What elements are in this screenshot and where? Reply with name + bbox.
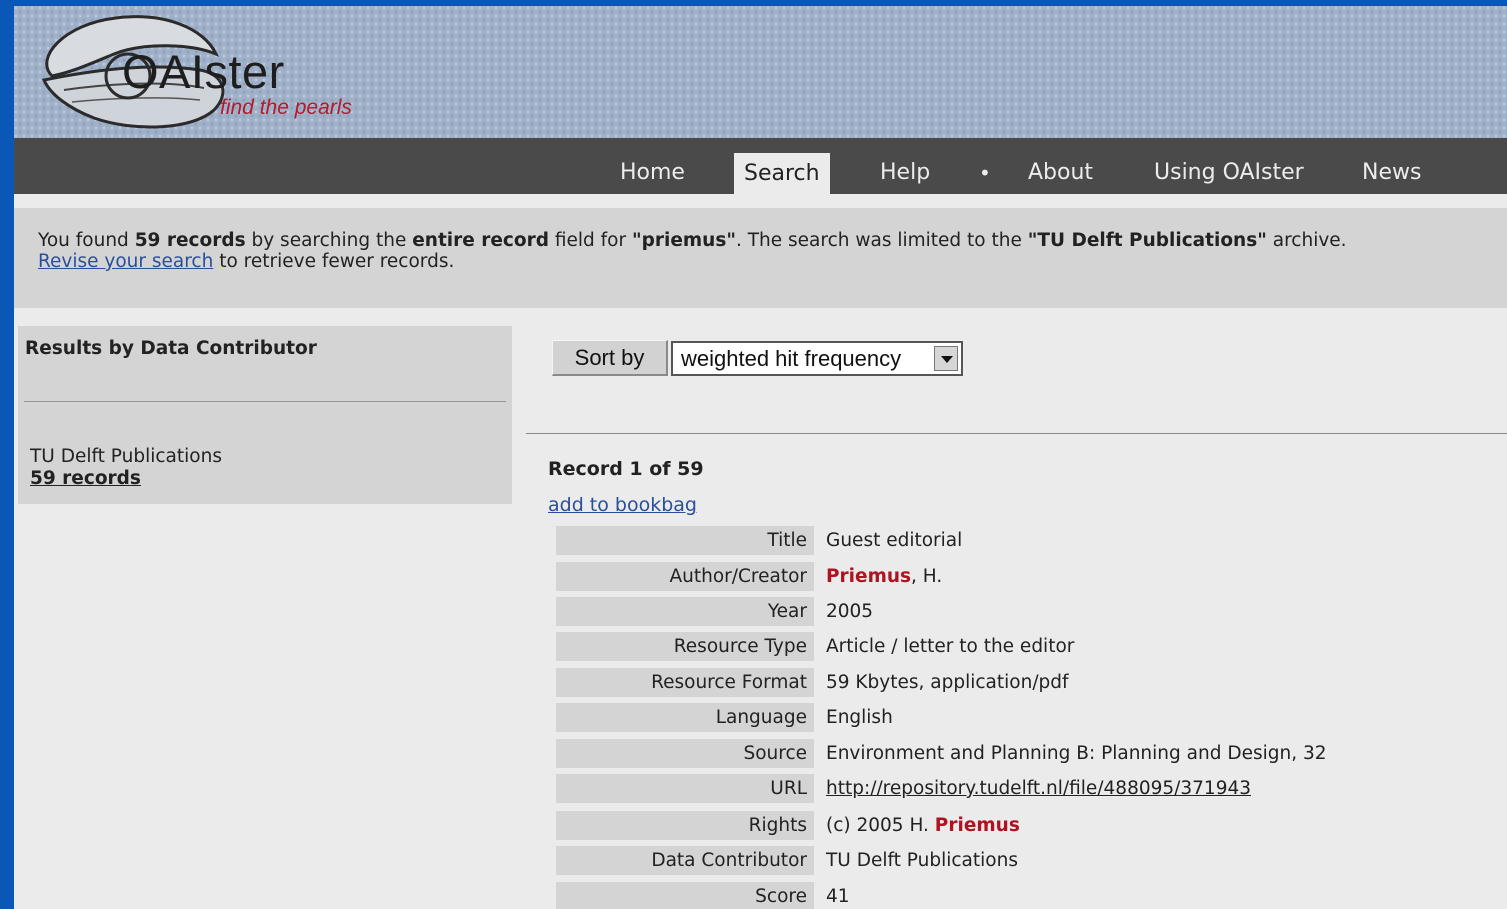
- divider: [526, 433, 1507, 434]
- nav-using-oaister[interactable]: Using OAIster: [1154, 152, 1304, 194]
- page-frame: OAIster find the pearls Home Search Help…: [14, 6, 1507, 909]
- record-row-resource-format: Resource Format 59 Kbytes, application/p…: [556, 668, 1507, 697]
- sort-by-button[interactable]: Sort by: [552, 340, 668, 376]
- contributor-panel: Results by Data Contributor TU Delft Pub…: [18, 326, 512, 504]
- record-heading: Record 1 of 59: [548, 458, 704, 480]
- archive-name: "TU Delft Publications": [1027, 230, 1267, 251]
- field-value: Priemus, H.: [826, 562, 942, 591]
- field-value: TU Delft Publications: [826, 850, 1018, 871]
- field-label: Language: [556, 703, 814, 732]
- divider: [24, 401, 506, 402]
- field-value: English: [826, 707, 893, 728]
- field-label: Title: [556, 526, 814, 555]
- search-query: "priemus": [631, 230, 736, 251]
- field-label: Score: [556, 882, 814, 909]
- summary-part: by searching the: [245, 230, 413, 251]
- site-header: OAIster find the pearls: [14, 6, 1507, 138]
- search-summary: You found 59 records by searching the en…: [14, 208, 1507, 308]
- record-row-title: Title Guest editorial: [556, 526, 1507, 555]
- sort-selected-value: weighted hit frequency: [681, 346, 902, 371]
- nav-news[interactable]: News: [1362, 152, 1421, 194]
- field-label: Resource Format: [556, 668, 814, 697]
- chevron-down-icon[interactable]: [934, 346, 958, 371]
- field-value: (c) 2005 H. Priemus: [826, 811, 1020, 840]
- record-row-source: Source Environment and Planning B: Plann…: [556, 739, 1507, 768]
- nav-about[interactable]: About: [1028, 152, 1093, 194]
- record-url-link[interactable]: http://repository.tudelft.nl/file/488095…: [826, 774, 1251, 803]
- search-field: entire record: [412, 230, 549, 251]
- field-label: Source: [556, 739, 814, 768]
- field-value-rest: (c) 2005 H.: [826, 815, 935, 836]
- record-row-language: Language English: [556, 703, 1507, 732]
- record-row-author: Author/Creator Priemus, H.: [556, 562, 1507, 591]
- highlight-term: Priemus: [934, 815, 1020, 836]
- summary-part: You found: [38, 230, 135, 251]
- nav-home[interactable]: Home: [620, 152, 685, 194]
- field-value: Article / letter to the editor: [826, 636, 1075, 657]
- record-row-score: Score 41: [556, 882, 1507, 909]
- summary-part: . The search was limited to the: [735, 230, 1028, 251]
- result-count: 59 records: [134, 230, 246, 251]
- contributor-heading: Results by Data Contributor: [25, 338, 317, 359]
- field-value: Guest editorial: [826, 530, 963, 551]
- summary-part: to retrieve fewer records.: [213, 251, 455, 272]
- field-label: Rights: [556, 811, 814, 840]
- highlight-term: Priemus: [826, 566, 912, 587]
- record-row-url: URL http://repository.tudelft.nl/file/48…: [556, 774, 1507, 803]
- record-row-data-contributor: Data Contributor TU Delft Publications: [556, 846, 1507, 875]
- field-value: Environment and Planning B: Planning and…: [826, 743, 1327, 764]
- contributor-records-link[interactable]: 59 records: [30, 468, 141, 489]
- sort-select[interactable]: weighted hit frequency: [671, 341, 963, 376]
- revise-search-link[interactable]: Revise your search: [38, 251, 213, 272]
- logo-text: OAIster: [122, 45, 285, 98]
- contributor-name: TU Delft Publications: [30, 446, 222, 467]
- field-label: Author/Creator: [556, 562, 814, 591]
- record-row-resource-type: Resource Type Article / letter to the ed…: [556, 632, 1507, 661]
- summary-text: You found 59 records by searching the en…: [38, 230, 1478, 272]
- nav-help[interactable]: Help: [880, 152, 930, 194]
- field-label: Year: [556, 597, 814, 626]
- field-value: 2005: [826, 601, 874, 622]
- summary-part: field for: [548, 230, 632, 251]
- summary-part: archive.: [1266, 230, 1347, 251]
- field-value: 41: [826, 886, 850, 907]
- record-row-year: Year 2005: [556, 597, 1507, 626]
- field-label: Data Contributor: [556, 846, 814, 875]
- logo-tagline: find the pearls: [220, 96, 352, 119]
- main-nav: Home Search Help • About Using OAIster N…: [14, 138, 1507, 195]
- field-value-rest: , H.: [911, 566, 943, 587]
- oaister-logo[interactable]: OAIster find the pearls: [24, 10, 384, 134]
- nav-separator: •: [979, 161, 991, 185]
- field-label: URL: [556, 774, 814, 803]
- field-value: 59 Kbytes, application/pdf: [826, 672, 1069, 693]
- nav-search[interactable]: Search: [734, 153, 830, 195]
- add-to-bookbag-link[interactable]: add to bookbag: [548, 494, 697, 516]
- field-label: Resource Type: [556, 632, 814, 661]
- record-row-rights: Rights (c) 2005 H. Priemus: [556, 811, 1507, 840]
